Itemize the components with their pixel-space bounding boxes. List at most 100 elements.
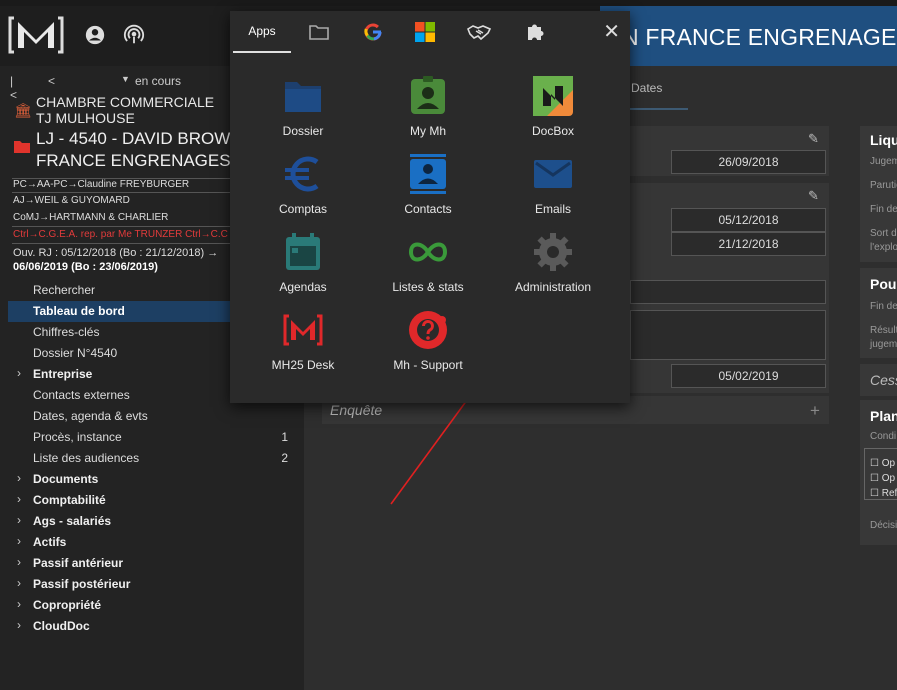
- checkbox-option[interactable]: ☐ Op: [870, 473, 895, 485]
- party-pc[interactable]: PC→AA-PC→Claudine FREYBURGER: [13, 179, 189, 190]
- tab-microsoft[interactable]: [396, 11, 454, 53]
- enquete-label[interactable]: Enquête: [330, 402, 382, 418]
- dropdown-caret-icon[interactable]: ▼: [121, 74, 130, 84]
- google-icon: [364, 23, 382, 41]
- sidebar-item-label: Chiffres-clés: [33, 325, 100, 339]
- sidebar-item-clouddoc[interactable]: › CloudDoc: [0, 616, 304, 637]
- app-label: Contacts: [404, 202, 452, 216]
- tab-partners[interactable]: [450, 11, 508, 53]
- panel-label: Décisi: [870, 520, 897, 531]
- mail-icon: [534, 160, 572, 188]
- first-page-icon[interactable]: |<: [10, 74, 17, 102]
- add-icon[interactable]: +: [810, 401, 820, 421]
- edit-icon[interactable]: ✎: [808, 131, 819, 147]
- edit-icon[interactable]: ✎: [808, 188, 819, 204]
- empty-field-2[interactable]: [630, 310, 826, 360]
- app-emails[interactable]: Emails: [490, 154, 616, 224]
- panel-label: Fin de: [870, 204, 897, 215]
- checkbox-option[interactable]: ☐ Ref: [870, 488, 897, 500]
- app-dossier[interactable]: Dossier: [240, 76, 366, 146]
- folder-icon: [309, 25, 329, 40]
- app-label: Agendas: [279, 280, 327, 294]
- sidebar-item-tableau-de-bord[interactable]: Tableau de bord: [8, 301, 232, 322]
- divider: [12, 192, 230, 193]
- item-count: 1: [281, 430, 288, 444]
- sidebar-item-label: Procès, instance: [33, 430, 122, 444]
- pourvoi-panel: Pour Fin de Résult jugem: [860, 268, 897, 358]
- apps-popup: Apps ✕ Dossier My Mh DocBox Comptas Cont…: [230, 11, 630, 403]
- sidebar-item-liste-des-audiences[interactable]: Liste des audiences 2: [0, 448, 304, 469]
- tab-folder[interactable]: [290, 11, 348, 53]
- date-field-4[interactable]: 05/02/2019: [671, 364, 826, 388]
- case-title-banner: N FRANCE ENGRENAGES: [600, 6, 897, 66]
- app-listes-stats[interactable]: Listes & stats: [365, 232, 491, 302]
- court-city: TJ MULHOUSE: [36, 110, 135, 126]
- panel-label: Parutio: [870, 180, 897, 191]
- sidebar-item-comptabilit[interactable]: › Comptabilité: [0, 490, 304, 511]
- sidebar-item-passif-ant-rieur[interactable]: › Passif antérieur: [0, 553, 304, 574]
- panel-label: Résult: [870, 325, 897, 336]
- date-field-2[interactable]: 05/12/2018: [671, 208, 826, 232]
- sidebar-item-proc-s-instance[interactable]: Procès, instance 1: [0, 427, 304, 448]
- sidebar-item-ags-salari-s[interactable]: › Ags - salariés: [0, 511, 304, 532]
- badge-icon: [411, 76, 445, 114]
- app-logo[interactable]: [8, 14, 64, 56]
- podcast-icon[interactable]: [123, 24, 145, 46]
- sidebar-item-actifs[interactable]: › Actifs: [0, 532, 304, 553]
- date-field-3[interactable]: 21/12/2018: [671, 232, 826, 256]
- app-mh-support[interactable]: Mh - Support: [365, 310, 491, 380]
- panel-label: l'exploi: [870, 242, 897, 253]
- tab-dates[interactable]: Dates: [631, 81, 662, 95]
- app-administration[interactable]: Administration: [490, 232, 616, 302]
- tab-extensions[interactable]: [506, 11, 564, 53]
- app-agendas[interactable]: Agendas: [240, 232, 366, 302]
- sidebar-item-label: Tableau de bord: [33, 304, 125, 318]
- app-comptas[interactable]: Comptas: [240, 154, 366, 224]
- infinity-icon: [408, 242, 448, 262]
- app-label: Dossier: [282, 124, 324, 138]
- checkbox-option[interactable]: ☐ Op: [870, 458, 895, 470]
- popup-tabs: Apps: [230, 11, 630, 53]
- app-my-mh[interactable]: My Mh: [365, 76, 491, 146]
- sidebar-item-label: Passif antérieur: [33, 556, 124, 570]
- previous-icon[interactable]: <: [48, 74, 55, 88]
- panel-label: Sort de: [870, 228, 897, 239]
- puzzle-icon: [528, 24, 544, 40]
- tab-apps[interactable]: Apps: [233, 11, 291, 53]
- opening-rj: Ouv. RJ : 05/12/2018 (Bo : 21/12/2018) →: [13, 247, 219, 259]
- sidebar-item-documents[interactable]: › Documents: [0, 469, 304, 490]
- folder-icon: [285, 82, 321, 112]
- sidebar-item-copropri-t[interactable]: › Copropriété: [0, 595, 304, 616]
- cession-panel: Cess: [860, 364, 897, 396]
- chevron-right-icon: ›: [17, 366, 21, 380]
- chevron-right-icon: ›: [17, 492, 21, 506]
- app-docbox[interactable]: DocBox: [490, 76, 616, 146]
- empty-field-1[interactable]: [630, 280, 826, 304]
- chevron-right-icon: ›: [17, 534, 21, 548]
- date-field-1[interactable]: 26/09/2018: [671, 150, 826, 174]
- close-icon[interactable]: ✕: [603, 19, 620, 44]
- microsoft-icon: [415, 22, 435, 42]
- app-label: Listes & stats: [392, 280, 464, 294]
- app-contacts[interactable]: Contacts: [365, 154, 491, 224]
- support-icon: [409, 311, 447, 349]
- panel-label: jugem: [870, 339, 897, 350]
- sidebar-item-label: Contacts externes: [33, 388, 130, 402]
- sidebar-item-label: Dossier N°4540: [33, 346, 118, 360]
- status-dropdown[interactable]: en cours: [135, 74, 181, 88]
- sidebar-item-passif-post-rieur[interactable]: › Passif postérieur: [0, 574, 304, 595]
- account-circle-icon[interactable]: [84, 24, 106, 46]
- mh25-logo-icon: [283, 314, 323, 346]
- party-ctrl[interactable]: Ctrl→C.G.E.A. rep. par Me TRUNZER Ctrl→C…: [13, 229, 228, 240]
- tab-google[interactable]: [344, 11, 402, 53]
- panel-title: Liqu: [870, 132, 897, 148]
- sidebar-item-label: Comptabilité: [33, 493, 106, 507]
- party-comj[interactable]: CoMJ→HARTMANN & CHARLIER: [13, 212, 168, 223]
- party-aj[interactable]: AJ→WEIL & GUYOMARD: [13, 195, 130, 206]
- bank-icon: 🏛: [14, 102, 32, 118]
- panel-label: Jugem: [870, 156, 897, 167]
- sidebar-item-dates-agenda-evts[interactable]: Dates, agenda & evts: [0, 406, 304, 427]
- chevron-right-icon: ›: [17, 555, 21, 569]
- app-mh25-desk[interactable]: MH25 Desk: [240, 310, 366, 380]
- panel-label: Condi: [870, 431, 897, 442]
